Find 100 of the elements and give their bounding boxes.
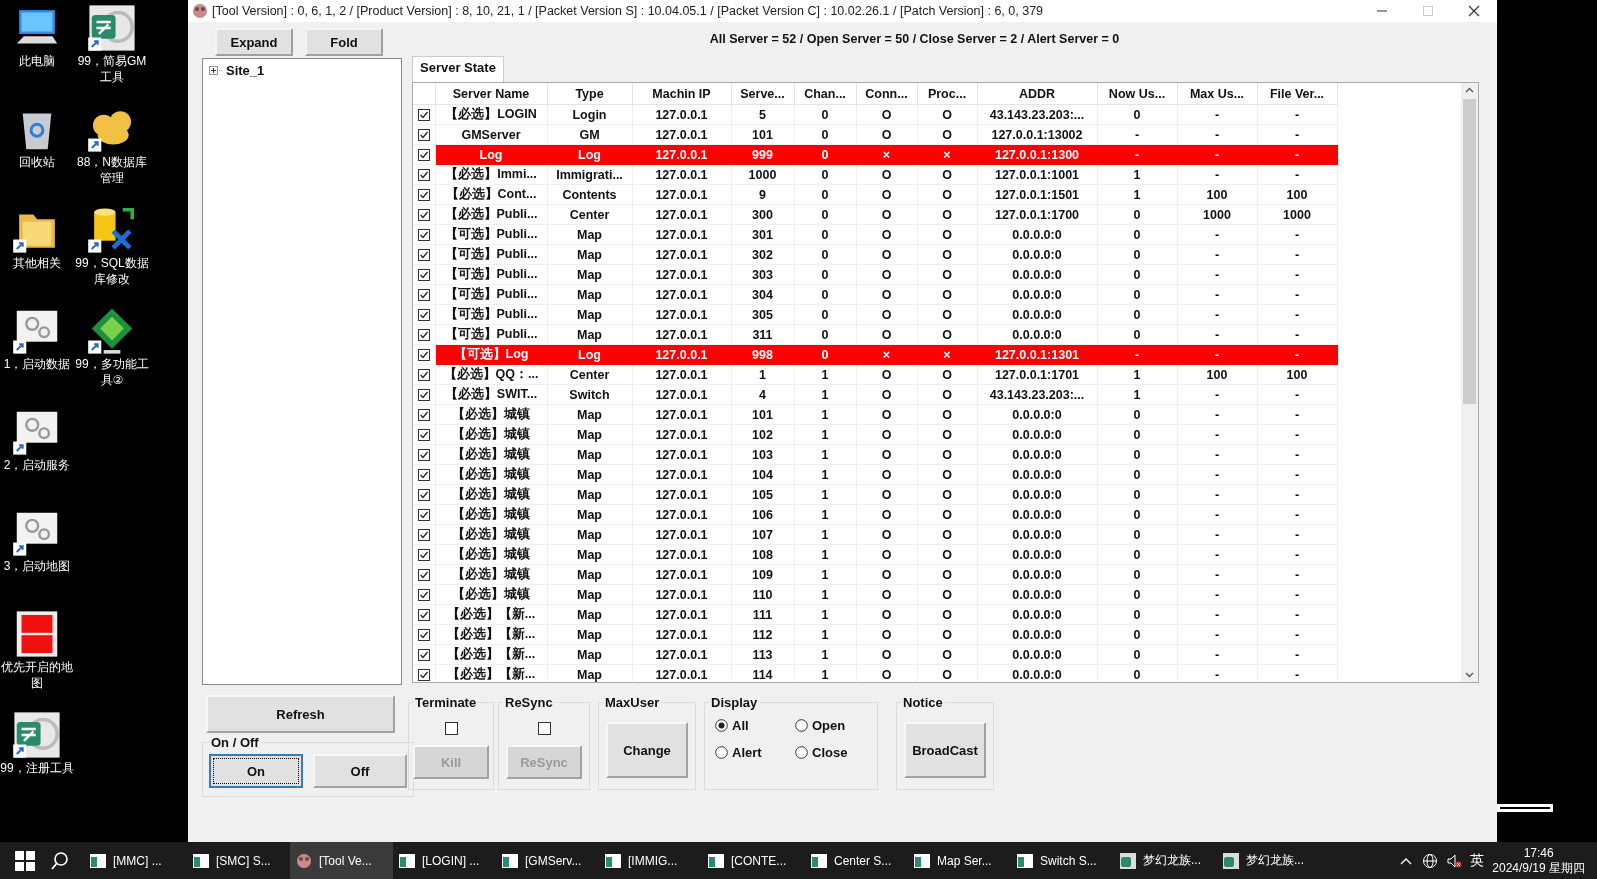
scrollbar[interactable]	[1461, 83, 1478, 682]
table-row[interactable]: 【必选】城镇 Map 127.0.0.1 105 1 O O 0.0.0.0:0 0 - -	[413, 484, 1337, 505]
taskbar-item[interactable]: Switch S...	[1011, 842, 1114, 879]
table-row[interactable]: 【必选】Immi... Immigrati... 127.0.0.1 1000 0 O O 127.0.0.1:1001 1 - -	[413, 164, 1337, 185]
taskbar-item[interactable]: [CONTE...	[702, 842, 805, 879]
broadcast-button[interactable]: BroadCast	[904, 722, 986, 778]
table-row[interactable]: 【必选】QQ：... Center 127.0.0.1 1 1 O O 127.0.0.1:1701 1 100 100	[413, 364, 1337, 385]
table-row[interactable]: 【必选】Publi... Center 127.0.0.1 300 0 O O 127.0.0.1:1700 0 1000 1000	[413, 204, 1337, 225]
radio-icon[interactable]	[795, 719, 808, 732]
table-row[interactable]: 【必选】LOGIN Login 127.0.0.1 5 0 O O 43.143.23.203:... 0 - -	[413, 104, 1337, 125]
row-checkbox[interactable]	[417, 408, 430, 421]
row-checkbox[interactable]	[417, 268, 430, 281]
row-checkbox[interactable]	[417, 628, 430, 641]
row-checkbox[interactable]	[417, 428, 430, 441]
taskbar-item[interactable]: [Tool Ve...	[290, 842, 393, 879]
row-checkbox[interactable]	[417, 488, 430, 501]
table-row[interactable]: 【可选】Publi... Map 127.0.0.1 303 0 O O 0.0.0.0:0 0 - -	[413, 264, 1337, 285]
clock[interactable]: 17:46 2024/9/19 星期四	[1492, 845, 1585, 876]
toggle-button[interactable]: On	[209, 754, 303, 788]
row-checkbox[interactable]	[417, 588, 430, 601]
row-checkbox[interactable]	[417, 368, 430, 381]
radio-option[interactable]: Alert	[709, 745, 789, 760]
row-checkbox[interactable]	[417, 288, 430, 301]
table-row[interactable]: GMServer GM 127.0.0.1 101 0 O O 127.0.0.1:13002 - - -	[413, 124, 1337, 145]
radio-icon[interactable]	[715, 746, 728, 759]
table-row[interactable]: 【可选】Publi... Map 127.0.0.1 311 0 O O 0.0.0.0:0 0 - -	[413, 324, 1337, 345]
radio-option[interactable]: Open	[789, 718, 869, 733]
column-header[interactable]: Proc...	[917, 83, 977, 105]
table-row[interactable]: 【必选】【新... Map 127.0.0.1 113 1 O O 0.0.0.0:0 0 - -	[413, 644, 1337, 665]
taskbar-item[interactable]: [SMC] S...	[187, 842, 290, 879]
row-checkbox[interactable]	[417, 548, 430, 561]
row-checkbox[interactable]	[417, 248, 430, 261]
row-checkbox[interactable]	[417, 648, 430, 661]
app-icon[interactable]	[87, 3, 137, 53]
taskbar-item[interactable]: Center S...	[805, 842, 908, 879]
table-row[interactable]: 【必选】Cont... Contents 127.0.0.1 9 0 O O 127.0.0.1:1501 1 100 100	[413, 184, 1337, 205]
table-row[interactable]: 【必选】城镇 Map 127.0.0.1 101 1 O O 0.0.0.0:0 0 - -	[413, 404, 1337, 425]
taskbar-item[interactable]: [GMServ...	[496, 842, 599, 879]
table-row[interactable]: 【必选】城镇 Map 127.0.0.1 108 1 O O 0.0.0.0:0 0 - -	[413, 544, 1337, 565]
row-checkbox[interactable]	[417, 568, 430, 581]
radio-icon[interactable]	[795, 746, 808, 759]
taskbar-item[interactable]: [IMMIG...	[599, 842, 702, 879]
column-header[interactable]: Serve...	[731, 83, 794, 105]
refresh-button[interactable]: Refresh	[206, 695, 395, 733]
column-header[interactable]: File Ver...	[1257, 83, 1337, 105]
table-row[interactable]: 【必选】城镇 Map 127.0.0.1 109 1 O O 0.0.0.0:0 0 - -	[413, 564, 1337, 585]
table-row[interactable]: 【必选】城镇 Map 127.0.0.1 110 1 O O 0.0.0.0:0 0 - -	[413, 584, 1337, 605]
taskbar-item[interactable]: [MMC] ...	[84, 842, 187, 879]
table-row[interactable]: 【必选】【新... Map 127.0.0.1 112 1 O O 0.0.0.0:0 0 - -	[413, 624, 1337, 645]
column-header[interactable]: Max Us...	[1177, 83, 1257, 105]
taskbar-item[interactable]: [LOGIN] ...	[393, 842, 496, 879]
column-header[interactable]: Server Name	[435, 83, 547, 105]
start-icon[interactable]	[14, 849, 36, 872]
row-checkbox[interactable]	[417, 528, 430, 541]
search-icon[interactable]	[50, 850, 70, 871]
table-row[interactable]: 【必选】城镇 Map 127.0.0.1 103 1 O O 0.0.0.0:0 0 - -	[413, 444, 1337, 465]
row-checkbox[interactable]	[417, 328, 430, 341]
radio-option[interactable]: All	[709, 718, 789, 733]
table-row[interactable]: 【可选】Publi... Map 127.0.0.1 304 0 O O 0.0.0.0:0 0 - -	[413, 284, 1337, 305]
row-checkbox[interactable]	[417, 348, 430, 361]
row-checkbox[interactable]	[417, 608, 430, 621]
radio-option[interactable]: Close	[789, 745, 869, 760]
radio-icon[interactable]	[715, 719, 728, 732]
row-checkbox[interactable]	[417, 208, 430, 221]
table-row[interactable]: 【必选】城镇 Map 127.0.0.1 107 1 O O 0.0.0.0:0 0 - -	[413, 524, 1337, 545]
tree-button[interactable]: Fold	[305, 28, 383, 56]
speaker-muted-icon[interactable]	[1446, 852, 1463, 869]
taskbar-item[interactable]: 梦幻龙族...	[1114, 842, 1217, 879]
taskbar-item[interactable]: Map Ser...	[908, 842, 1011, 879]
table-row[interactable]: 【必选】【新... Map 127.0.0.1 114 1 O O 0.0.0.0:0 0 - -	[413, 664, 1337, 682]
row-checkbox[interactable]	[417, 108, 430, 121]
row-checkbox[interactable]	[417, 468, 430, 481]
tree-button[interactable]: Expand	[215, 28, 293, 56]
expand-icon[interactable]	[209, 66, 223, 75]
table-row[interactable]: 【必选】SWIT... Switch 127.0.0.1 4 1 O O 43.143.23.203:... 1 - -	[413, 384, 1337, 405]
table-row[interactable]: 【可选】Publi... Map 127.0.0.1 305 0 O O 0.0.0.0:0 0 - -	[413, 304, 1337, 325]
row-checkbox[interactable]	[417, 188, 430, 201]
row-checkbox[interactable]	[417, 448, 430, 461]
table-row[interactable]: 【必选】城镇 Map 127.0.0.1 104 1 O O 0.0.0.0:0 0 - -	[413, 464, 1337, 485]
database-tools-icon[interactable]	[87, 205, 137, 255]
globe-icon[interactable]	[1422, 852, 1439, 869]
tree-item[interactable]: Site_1	[226, 63, 265, 78]
column-header[interactable]: Machin IP	[632, 83, 731, 105]
toggle-button[interactable]: Off	[313, 754, 407, 788]
table-row[interactable]: 【必选】城镇 Map 127.0.0.1 102 1 O O 0.0.0.0:0 0 - -	[413, 424, 1337, 445]
row-checkbox[interactable]	[417, 308, 430, 321]
column-header[interactable]: Chan...	[794, 83, 856, 105]
column-header[interactable]: Type	[547, 83, 632, 105]
table-row[interactable]: 【可选】Publi... Map 127.0.0.1 302 0 O O 0.0.0.0:0 0 - -	[413, 244, 1337, 265]
row-checkbox[interactable]	[417, 508, 430, 521]
row-checkbox[interactable]	[417, 168, 430, 181]
row-checkbox[interactable]	[417, 128, 430, 141]
tab[interactable]: Server State	[412, 56, 504, 82]
column-header[interactable]: ADDR	[977, 83, 1097, 105]
row-checkbox[interactable]	[417, 388, 430, 401]
close-icon[interactable]	[1468, 5, 1480, 17]
row-checkbox[interactable]	[417, 228, 430, 241]
input-method-indicator[interactable]: 英	[1470, 851, 1485, 870]
column-header[interactable]: Now Us...	[1097, 83, 1177, 105]
taskbar-item[interactable]: 梦幻龙族...	[1217, 842, 1320, 879]
